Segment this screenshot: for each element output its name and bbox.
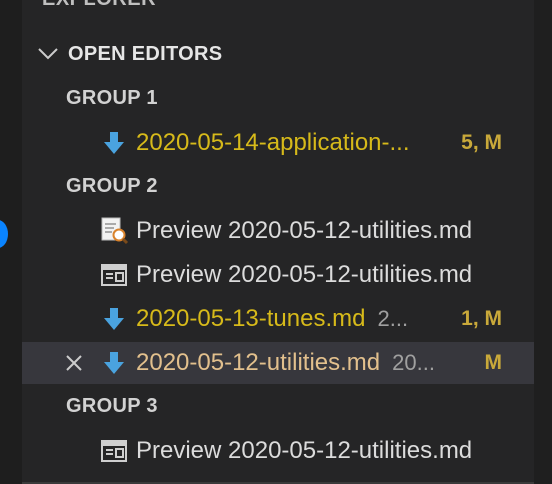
close-icon[interactable]	[54, 342, 94, 384]
section-title: OPEN EDITORS	[68, 42, 223, 65]
group-header-2: GROUP 2	[66, 175, 158, 197]
open-editor-item-selected[interactable]: 2020-05-12-utilities.md 20... M	[22, 342, 534, 384]
arrow-down-icon	[94, 122, 134, 164]
problems-badge: 1, M	[461, 307, 502, 330]
group-header-1: GROUP 1	[66, 87, 158, 109]
modified-badge: M	[484, 351, 503, 374]
open-editor-item[interactable]: Preview 2020-05-12-utilities.md	[22, 430, 534, 472]
open-editor-item[interactable]: 2020-05-13-tunes.md 2... 1, M	[22, 298, 534, 340]
editor-description: 20...	[392, 350, 435, 375]
preview-icon	[94, 430, 134, 472]
problems-badge: 5, M	[461, 131, 502, 154]
editor-label: 2020-05-14-application-...	[136, 129, 410, 156]
preview-search-icon	[94, 210, 134, 252]
open-editor-item[interactable]: 2020-05-14-application-... 5, M	[22, 122, 534, 164]
group-header-3: GROUP 3	[66, 395, 158, 417]
editor-label: 2020-05-13-tunes.md	[136, 305, 366, 332]
arrow-down-icon	[94, 342, 134, 384]
open-editors-section-header[interactable]: OPEN EDITORS	[22, 34, 534, 74]
chevron-down-icon[interactable]	[28, 34, 68, 74]
scrollbar-track[interactable]	[534, 0, 552, 484]
editor-description: 2...	[377, 306, 409, 331]
explorer-title: EXPLORER	[42, 0, 156, 11]
preview-icon	[94, 254, 134, 296]
editor-label: Preview 2020-05-12-utilities.md	[136, 261, 473, 288]
editor-label: Preview 2020-05-12-utilities.md	[136, 217, 473, 244]
editor-label: 2020-05-12-utilities.md	[136, 349, 381, 376]
arrow-down-icon	[94, 298, 134, 340]
open-editor-item[interactable]: Preview 2020-05-12-utilities.md	[22, 254, 534, 296]
editor-label: Preview 2020-05-12-utilities.md	[136, 437, 473, 464]
open-editor-item[interactable]: Preview 2020-05-12-utilities.md	[22, 210, 534, 252]
